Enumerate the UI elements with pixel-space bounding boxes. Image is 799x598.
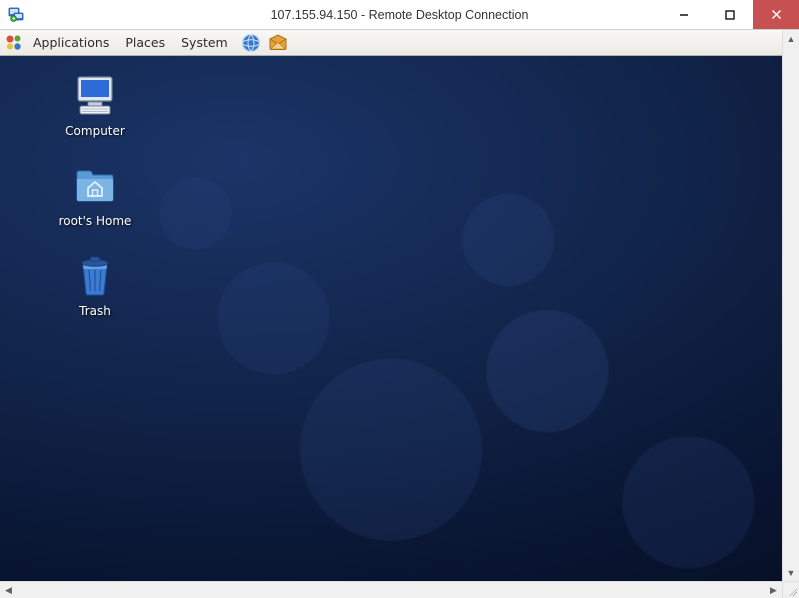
trash-icon [71,252,119,300]
desktop-icon-home[interactable]: root's Home [40,162,150,228]
scroll-right-arrow-icon[interactable]: ▶ [765,582,782,598]
window-titlebar: 107.155.94.150 - Remote Desktop Connecti… [0,0,799,30]
desktop-icon-label: Computer [65,124,125,138]
remote-screen[interactable]: Applications Places System [0,30,782,581]
desktop-icon-computer[interactable]: Computer [40,72,150,138]
desktop-icon-trash[interactable]: Trash [40,252,150,318]
window-controls [661,0,799,29]
gnome-top-panel: Applications Places System [0,30,782,56]
desktop-icon-grid: Computer root's Home [40,72,150,318]
rdp-app-icon [8,7,24,23]
scroll-left-arrow-icon[interactable]: ◀ [0,582,17,598]
close-button[interactable] [753,0,799,29]
resize-grip-icon[interactable] [782,582,799,598]
mail-launcher-icon[interactable] [267,32,289,54]
vertical-scrollbar[interactable]: ▲ ▼ [782,30,799,581]
menu-applications[interactable]: Applications [26,32,116,53]
home-folder-icon [71,162,119,210]
hscroll-track[interactable] [17,582,765,598]
maximize-button[interactable] [707,0,753,29]
scroll-up-arrow-icon[interactable]: ▲ [783,30,799,47]
scroll-down-arrow-icon[interactable]: ▼ [783,564,799,581]
desktop-icon-label: root's Home [59,214,132,228]
browser-launcher-icon[interactable] [240,32,262,54]
menu-system[interactable]: System [174,32,235,53]
menu-places[interactable]: Places [118,32,172,53]
horizontal-scrollbar[interactable]: ◀ ▶ [0,581,799,598]
computer-icon [71,72,119,120]
content-area: Applications Places System [0,30,799,598]
remote-viewport: Applications Places System [0,30,799,581]
minimize-button[interactable] [661,0,707,29]
gnome-menu-icon[interactable] [4,33,24,53]
desktop-area[interactable]: Computer root's Home [0,56,782,581]
desktop-icon-label: Trash [79,304,111,318]
